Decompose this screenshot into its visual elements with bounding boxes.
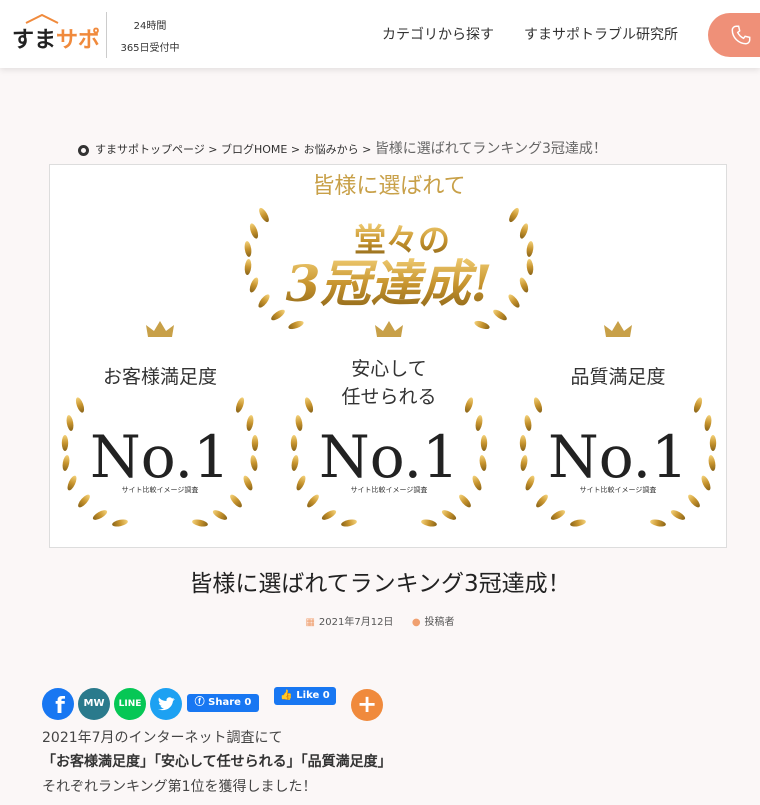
nav-trouble-lab[interactable]: すまサポトラブル研究所	[524, 24, 678, 44]
facebook-like-button[interactable]: 👍 Like 0	[274, 687, 336, 705]
calendar-icon: ▦	[305, 617, 315, 628]
site-logo[interactable]: すまサポ	[10, 14, 102, 54]
breadcrumb-separator: >	[362, 143, 372, 156]
award-banner-graphic: 皆様に選ばれて 堂々の 3冠達成! お客様満足度 No.1 サイト比較イメージ調…	[61, 174, 717, 528]
award-2: 安心して 任せられる No.1 サイト比較イメージ調査	[290, 321, 488, 528]
hero-banner: 皆様に選ばれて 堂々の 3冠達成! お客様満足度 No.1 サイト比較イメージ調…	[49, 164, 727, 548]
mixi-icon[interactable]: MW	[78, 688, 110, 720]
award-1: お客様満足度 No.1 サイト比較イメージ調査	[61, 321, 259, 528]
post-date: 2021年7月12日	[318, 617, 394, 628]
twitter-icon[interactable]	[150, 688, 182, 720]
breadcrumb: すまサポトップページ > ブログHOME > お悩みから > 皆様に選ばれてラン…	[78, 138, 607, 158]
facebook-icon[interactable]: f	[42, 688, 74, 720]
breadcrumb-circle-icon	[78, 145, 89, 156]
award-3: 品質満足度 No.1 サイト比較イメージ調査	[519, 321, 717, 528]
body-text-3: それぞれランキング第1位を獲得しました！	[42, 779, 317, 795]
breadcrumb-current: 皆様に選ばれてランキング3冠達成！	[374, 141, 607, 157]
phone-button[interactable]	[708, 13, 760, 57]
award-note: サイト比較イメージ調査	[122, 485, 199, 494]
hours-line-1: 24時間	[133, 21, 167, 32]
banner-big-title: 3冠達成!	[286, 254, 493, 313]
post-author[interactable]: 投稿者	[425, 617, 455, 628]
fb-like-label: Like 0	[296, 690, 330, 701]
svg-text:f: f	[55, 694, 65, 719]
award-label: 品質満足度	[570, 366, 665, 388]
business-hours: 24時間 365日受付中	[112, 16, 188, 60]
award-label: お客様満足度	[103, 366, 217, 388]
body-text-2: 「お客様満足度」「安心して任せられる」「品質満足度」	[42, 754, 392, 770]
award-rank: No.1	[548, 423, 688, 491]
fb-icon: ⓕ	[194, 697, 209, 708]
award-note: サイト比較イメージ調査	[580, 485, 657, 494]
more-share-button[interactable]: +	[351, 689, 383, 721]
share-bar: f MW LINE ⓕ Share 0 👍 Like 0 +	[42, 687, 402, 723]
hours-line-2: 365日受付中	[120, 43, 180, 54]
crown-icon	[604, 321, 632, 337]
award-rank: No.1	[90, 423, 230, 491]
logo-text: すまサポ	[12, 28, 101, 53]
line-icon[interactable]: LINE	[114, 688, 146, 720]
award-note: サイト比較イメージ調査	[351, 485, 428, 494]
nav-category-search[interactable]: カテゴリから探す	[382, 24, 494, 44]
award-label-2: 任せられる	[341, 386, 436, 408]
article-title: 皆様に選ばれてランキング3冠達成！	[189, 571, 571, 597]
facebook-share-button[interactable]: ⓕ Share 0	[187, 694, 259, 712]
breadcrumb-home[interactable]: すまサポトップページ	[95, 143, 205, 156]
crown-icon	[146, 321, 174, 337]
phone-icon	[731, 25, 751, 45]
crown-icon	[375, 321, 403, 337]
breadcrumb-separator: >	[208, 143, 218, 156]
award-label: 安心して	[351, 358, 426, 380]
breadcrumb-blog[interactable]: ブログHOME	[221, 143, 287, 156]
body-text-1: 2021年7月のインターネット調査にて	[42, 730, 283, 746]
breadcrumb-separator: >	[290, 143, 301, 156]
article-meta: ▦ 2021年7月12日 ● 投稿者	[0, 613, 760, 628]
user-icon: ●	[411, 617, 421, 628]
thumbs-up-icon: 👍	[280, 690, 297, 701]
breadcrumb-category[interactable]: お悩みから	[304, 143, 359, 156]
fb-share-label: Share 0	[208, 697, 252, 708]
site-header: すまサポ 24時間 365日受付中 カテゴリから探す すまサポトラブル研究所	[0, 0, 760, 68]
award-rank: No.1	[319, 423, 459, 491]
header-divider	[106, 12, 107, 58]
banner-heading: 皆様に選ばれて	[312, 174, 465, 199]
